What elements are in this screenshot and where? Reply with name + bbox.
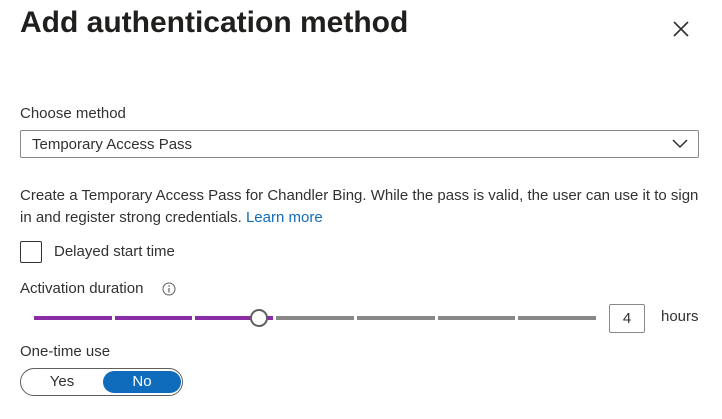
close-icon [673, 21, 689, 37]
delayed-start-checkbox[interactable] [20, 241, 42, 263]
description: Create a Temporary Access Pass for Chand… [20, 185, 710, 229]
duration-slider[interactable] [34, 308, 596, 328]
choose-method-label: Choose method [20, 105, 126, 122]
hours-label: hours [661, 308, 699, 325]
chevron-down-icon [672, 139, 688, 149]
toggle-no[interactable]: No [103, 371, 181, 393]
info-icon[interactable] [162, 282, 176, 296]
dialog-title: Add authentication method [20, 6, 409, 39]
one-time-use-label: One-time use [20, 343, 111, 360]
activation-duration-label: Activation duration [20, 280, 144, 297]
toggle-yes[interactable]: Yes [23, 371, 101, 393]
close-button[interactable] [666, 14, 696, 44]
slider-segment [518, 316, 596, 320]
slider-thumb[interactable] [249, 309, 268, 327]
slider-segment [356, 316, 435, 320]
delayed-start-label: Delayed start time [54, 243, 175, 260]
duration-input[interactable]: 4 [609, 304, 645, 333]
learn-more-link[interactable]: Learn more [246, 209, 323, 226]
slider-segment [34, 316, 112, 320]
slider-segment [114, 316, 193, 320]
slider-segment [437, 316, 516, 320]
description-text: Create a Temporary Access Pass for Chand… [20, 187, 699, 226]
method-dropdown-value: Temporary Access Pass [32, 136, 193, 153]
one-time-use-toggle: Yes No [20, 368, 183, 396]
slider-segment [276, 316, 354, 320]
method-dropdown[interactable]: Temporary Access Pass [20, 130, 699, 158]
